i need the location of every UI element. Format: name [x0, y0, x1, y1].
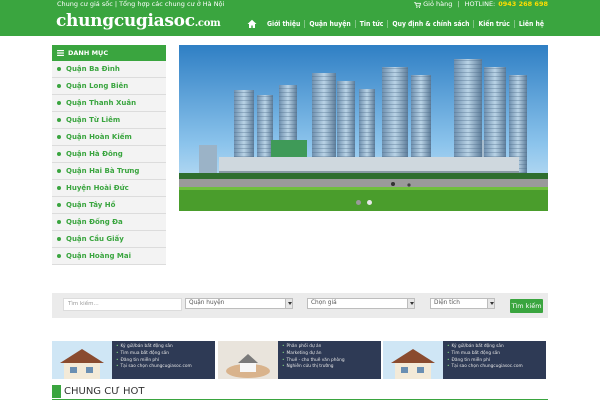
sidebar-item-ha-dong[interactable]: Quận Hà Đông: [52, 146, 166, 163]
sidebar-item-long-bien[interactable]: Quận Long Biên: [52, 78, 166, 95]
sidebar-item-label: Quận Đống Đa: [66, 218, 123, 226]
site-logo[interactable]: chungcugiasoc.com: [56, 11, 221, 31]
banner-line: Tại sao chọn chungcugiasoc.com: [447, 364, 523, 371]
divider: |: [457, 0, 460, 8]
bullet-icon: [57, 118, 61, 122]
sidebar-item-tu-liem[interactable]: Quận Từ Liêm: [52, 112, 166, 129]
banner-list: Ký gửi/bán bất động sản Tìm mua bất động…: [116, 344, 192, 371]
bullet-icon: [57, 152, 61, 156]
service-banner-2[interactable]: Phân phối dự án Marketing dự án Thuê - c…: [218, 341, 381, 379]
section-title: CHUNG CƯ HOT: [64, 386, 145, 397]
service-banner-1[interactable]: Ký gửi/bán bất động sản Tìm mua bất động…: [52, 341, 215, 379]
site-tagline: Chung cư giá sốc | Tổng hợp các chung cư…: [57, 0, 225, 8]
sidebar-item-hai-ba-trung[interactable]: Quận Hai Bà Trưng: [52, 163, 166, 180]
sidebar-item-ba-dinh[interactable]: Quận Ba Đình: [52, 61, 166, 78]
banner-line: Nghiên cứu thị trường: [282, 364, 345, 371]
search-input[interactable]: Tìm kiếm...: [63, 298, 182, 311]
hotline-label: HOTLINE:: [464, 0, 496, 8]
service-banner-3[interactable]: Ký gửi/bán bất động sản Tìm mua bất động…: [383, 341, 546, 379]
area-select[interactable]: Diện tích: [430, 298, 495, 309]
sidebar-item-label: Quận Từ Liêm: [66, 116, 121, 124]
logo-main: chungcugiasoc: [56, 11, 195, 31]
sidebar-item-label: Quận Ba Đình: [66, 65, 120, 73]
home-icon[interactable]: [247, 19, 257, 29]
price-select-value: Chọn giá: [311, 300, 337, 306]
sidebar-heading-label: DANH MỤC: [68, 49, 109, 57]
banner-line: Marketing dự án: [282, 351, 345, 358]
cart-link[interactable]: Giỏ hàng: [423, 0, 452, 9]
sidebar-item-cau-giay[interactable]: Quận Cầu Giấy: [52, 231, 166, 248]
sidebar-item-label: Quận Thanh Xuân: [66, 99, 137, 107]
banner-line: Phân phối dự án: [282, 344, 345, 351]
sidebar-item-label: Quận Tây Hồ: [66, 201, 116, 209]
sidebar-item-label: Huyện Hoài Đức: [66, 184, 129, 192]
chevron-down-icon: [407, 299, 414, 308]
bullet-icon: [57, 237, 61, 241]
slider-dot[interactable]: [355, 200, 361, 205]
slide-image: [179, 45, 548, 211]
bullet-icon: [57, 135, 61, 139]
chevron-down-icon: [487, 299, 494, 308]
nav-quan-huyen[interactable]: Quận huyện: [304, 20, 354, 28]
banner-line: Tại sao chọn chungcugiasoc.com: [116, 364, 192, 371]
header-utilities: Giỏ hàng | HOTLINE: 0943 268 698: [414, 0, 548, 9]
property-search-bar: Tìm kiếm... Quận huyện Chọn giá Diện tíc…: [52, 293, 548, 318]
price-select[interactable]: Chọn giá: [307, 298, 415, 309]
house-image: [52, 341, 112, 379]
bullet-icon: [57, 101, 61, 105]
hands-house-image: [218, 341, 278, 379]
nav-kien-truc[interactable]: Kiến trúc: [473, 20, 513, 28]
sidebar-item-hoai-duc[interactable]: Huyện Hoài Đức: [52, 180, 166, 197]
category-sidebar: DANH MỤC Quận Ba Đình Quận Long Biên Quậ…: [52, 45, 166, 265]
bullet-icon: [57, 203, 61, 207]
heading-accent: [52, 385, 61, 398]
bullet-icon: [57, 84, 61, 88]
sidebar-item-tay-ho[interactable]: Quận Tây Hồ: [52, 197, 166, 214]
sidebar-item-label: Quận Long Biên: [66, 82, 129, 90]
bullet-icon: [57, 67, 61, 71]
cart-icon[interactable]: [414, 1, 422, 8]
hero-slider[interactable]: [179, 45, 548, 211]
sidebar-item-label: Quận Cầu Giấy: [66, 235, 124, 243]
section-heading: CHUNG CƯ HOT: [52, 384, 548, 400]
sidebar-item-hoang-mai[interactable]: Quận Hoàng Mai: [52, 248, 166, 265]
sidebar-heading: DANH MỤC: [52, 45, 166, 61]
logo-suffix: .com: [194, 18, 221, 29]
main-nav: Giới thiệu Quận huyện Tin tức Quy định &…: [247, 16, 548, 32]
bullet-icon: [57, 169, 61, 173]
bullet-icon: [57, 220, 61, 224]
hotline-number[interactable]: 0943 268 698: [498, 0, 548, 9]
site-header: Chung cư giá sốc | Tổng hợp các chung cư…: [0, 0, 600, 36]
sidebar-item-dong-da[interactable]: Quận Đống Đa: [52, 214, 166, 231]
nav-quy-dinh-chinh-sach[interactable]: Quy định & chính sách: [387, 20, 473, 28]
slider-dot-active[interactable]: [366, 200, 372, 205]
sidebar-item-label: Quận Hai Bà Trưng: [66, 167, 140, 175]
bullet-icon: [57, 186, 61, 190]
nav-gioi-thieu[interactable]: Giới thiệu: [263, 20, 304, 28]
banner-list: Ký gửi/bán bất động sản Tìm mua bất động…: [447, 344, 523, 371]
nav-lien-he[interactable]: Liên hệ: [513, 20, 548, 28]
banner-line: Ký gửi/bán bất động sản: [447, 344, 523, 351]
district-select-value: Quận huyện: [189, 300, 225, 306]
sidebar-item-hoan-kiem[interactable]: Quận Hoàn Kiếm: [52, 129, 166, 146]
banner-line: Tìm mua bất động sản: [116, 351, 192, 358]
bullet-icon: [57, 254, 61, 258]
slider-pagination: [179, 200, 548, 205]
list-icon: [57, 50, 64, 56]
banner-list: Phân phối dự án Marketing dự án Thuê - c…: [282, 344, 345, 371]
sidebar-item-label: Quận Hoàng Mai: [66, 252, 131, 260]
sidebar-item-label: Quận Hà Đông: [66, 150, 123, 158]
banner-line: Tìm mua bất động sản: [447, 351, 523, 358]
area-select-value: Diện tích: [434, 300, 460, 306]
chevron-down-icon: [285, 299, 292, 308]
house-image: [383, 341, 443, 379]
district-select[interactable]: Quận huyện: [185, 298, 293, 309]
sidebar-item-thanh-xuan[interactable]: Quận Thanh Xuân: [52, 95, 166, 112]
nav-tin-tuc[interactable]: Tin tức: [354, 20, 388, 28]
search-button[interactable]: Tìm kiếm: [510, 299, 543, 313]
banner-line: Ký gửi/bán bất động sản: [116, 344, 192, 351]
sidebar-item-label: Quận Hoàn Kiếm: [66, 133, 132, 141]
